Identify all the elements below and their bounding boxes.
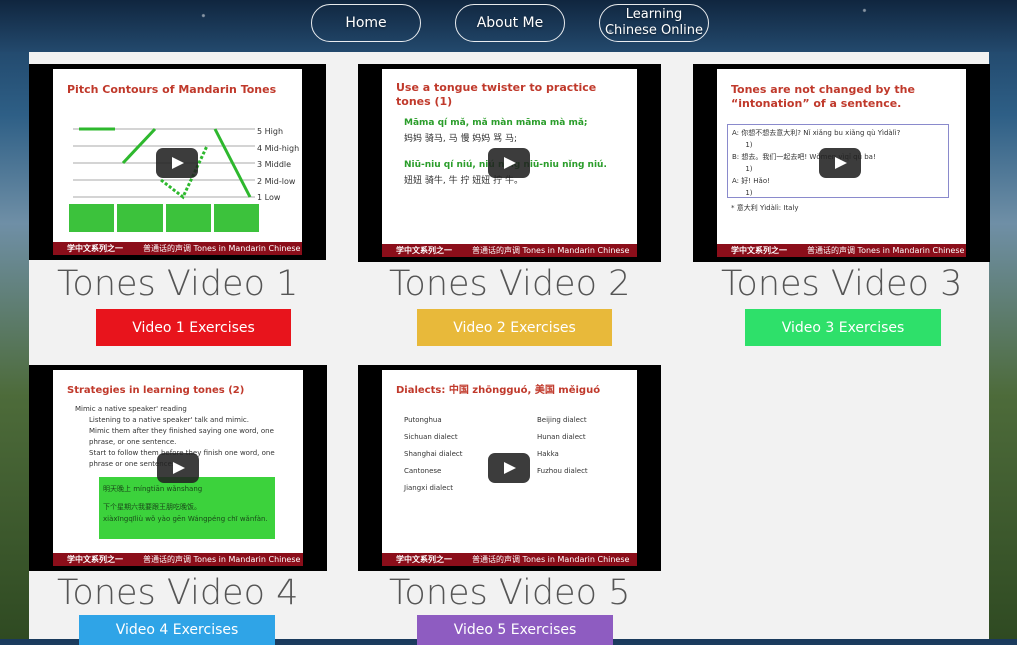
dialect-list-right: Beijing dialect Hunan dialect Hakka Fuzh… xyxy=(537,416,588,475)
slide-title: Dialects: 中国 zhōngguó, 美国 měiguó xyxy=(396,385,601,396)
slide-footer: 学中文系列之一 普通话的声调 Tones in Mandarin Chinese xyxy=(53,553,303,566)
video-5-title: Tones Video 5 xyxy=(389,573,631,613)
video-3-title: Tones Video 3 xyxy=(721,264,963,304)
nav-learning-button[interactable]: Learning Chinese Online xyxy=(599,4,709,42)
play-icon[interactable] xyxy=(488,453,530,483)
slide-title: Strategies in learning tones (2) xyxy=(67,385,245,396)
slide-footer: 学中文系列之一 普通话的声调 Tones in Mandarin Chinese xyxy=(53,242,302,255)
video-5-exercises-button[interactable]: Video 5 Exercises xyxy=(417,615,613,645)
video-2-title: Tones Video 2 xyxy=(389,264,631,304)
video-2-player[interactable]: Use a tongue twister to practice tones (… xyxy=(358,64,661,262)
slide-footer: 学中文系列之一 普通话的声调 Tones in Mandarin Chinese xyxy=(382,244,637,257)
slide-title: Pitch Contours of Mandarin Tones xyxy=(67,83,277,96)
slide-footer: 学中文系列之一 普通话的声调 Tones in Mandarin Chinese xyxy=(382,553,637,566)
slide-footer: 学中文系列之一 普通话的声调 Tones in Mandarin Chinese xyxy=(717,244,966,257)
nav-about-button[interactable]: About Me xyxy=(455,4,565,42)
video-1-exercises-button[interactable]: Video 1 Exercises xyxy=(96,309,291,346)
tone-boxes xyxy=(69,204,259,232)
video-3-exercises-button[interactable]: Video 3 Exercises xyxy=(745,309,941,346)
video-5-player[interactable]: Dialects: 中国 zhōngguó, 美国 měiguó Putongh… xyxy=(358,365,661,571)
top-navigation: Home About Me Learning Chinese Online xyxy=(311,4,709,42)
nav-home-button[interactable]: Home xyxy=(311,4,421,42)
video-1-player[interactable]: Pitch Contours of Mandarin Tones 5 High … xyxy=(29,64,326,260)
footnote: * 意大利 Yìdàlì: Italy xyxy=(731,204,799,212)
video-3-player[interactable]: Tones are not changed by the “intonation… xyxy=(693,64,990,262)
slide-title: Tones are not changed by the “intonation… xyxy=(731,83,915,110)
video-4-exercises-button[interactable]: Video 4 Exercises xyxy=(79,615,275,645)
video-gallery: Pitch Contours of Mandarin Tones 5 High … xyxy=(29,52,990,645)
slide-title: Use a tongue twister to practice tones (… xyxy=(396,81,597,108)
play-icon[interactable] xyxy=(488,148,530,178)
play-icon[interactable] xyxy=(157,453,199,483)
video-4-player[interactable]: Strategies in learning tones (2) Mimic a… xyxy=(29,365,327,571)
example-box: 明天晚上 míngtiān wǎnshang 下个星期六我要跟王朋吃晚饭。 xi… xyxy=(99,477,275,539)
video-4-title: Tones Video 4 xyxy=(57,573,299,613)
play-icon[interactable] xyxy=(156,148,198,178)
dialect-list-left: Putonghua Sichuan dialect Shanghai diale… xyxy=(404,416,463,492)
play-icon[interactable] xyxy=(819,148,861,178)
video-1-title: Tones Video 1 xyxy=(57,264,299,304)
tone-level-labels: 5 High 4 Mid-high 3 Middle 2 Mid-low 1 L… xyxy=(257,127,300,202)
video-2-exercises-button[interactable]: Video 2 Exercises xyxy=(417,309,612,346)
